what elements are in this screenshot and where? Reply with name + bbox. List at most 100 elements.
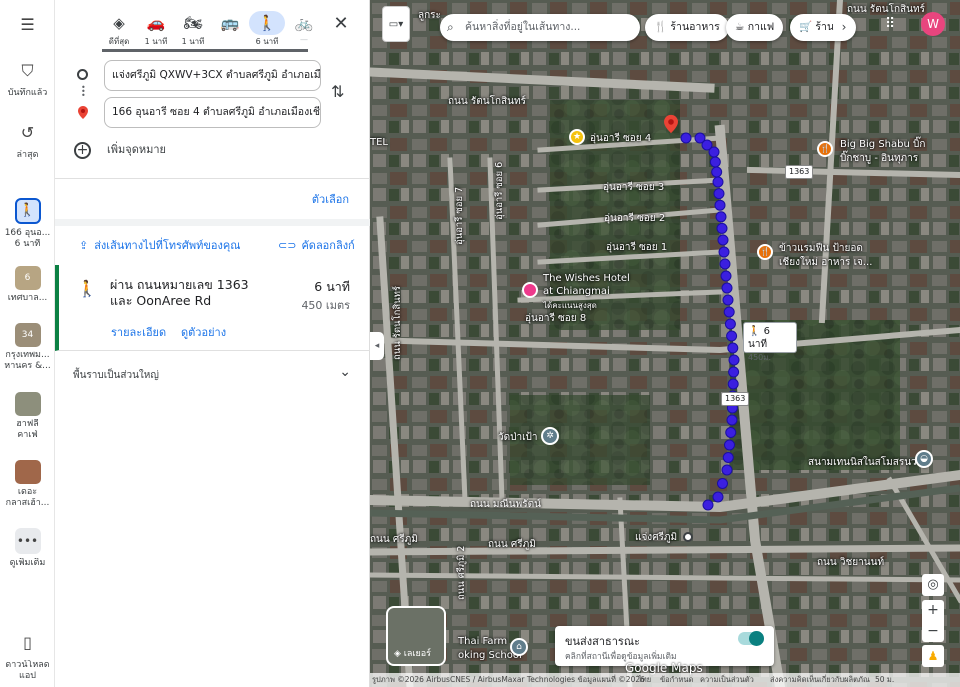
rail-saved[interactable]: ⛉ บันทึกแล้ว [0,58,55,99]
collapse-panel-button[interactable]: ◂ [370,332,384,360]
layers-button[interactable]: ◈ เลเยอร์ [386,606,446,666]
destination-pin-icon [78,106,88,119]
street-label: ถนน วิชยานนท์ [817,557,885,568]
restaurant-poi-icon[interactable]: 🍴 [817,141,833,157]
place-thumbnail [14,460,41,484]
privacy-link[interactable]: ความเป็นส่วนตัว [700,673,754,687]
zoom-out-button[interactable]: − [922,621,944,642]
keyboard-icon: ▭▾ [388,19,404,30]
rail-recent-place-2[interactable]: 34 กรุงเทพม... หานคร &... [0,323,55,372]
rail-more[interactable]: ••• ดูเพิ่มเติม [0,528,55,569]
route-details-link[interactable]: รายละเอียด [111,323,166,341]
options-button[interactable]: ตัวเลือก [312,190,349,208]
chip-restaurants[interactable]: 🍴 ร้านอาหาร [645,14,729,41]
swap-icon: ⇅ [331,82,345,101]
mode-transit[interactable]: 🚌 [212,11,248,35]
terms-link[interactable]: ข้อกำหนด [660,673,693,687]
terrain-info[interactable]: พื้นราบเป็นส่วนใหญ่ [73,368,159,383]
location-icon: ◎ [927,577,939,592]
origin-input[interactable]: แจ่งศรีภูมิ QXWV+3CX ตำบลศรีภูมิ อำเภอเม… [104,60,321,91]
route-dot [721,282,733,294]
feedback-link[interactable]: ส่งความคิดเห็นเกี่ยวกับผลิตภัณฑ์ [770,673,870,687]
mode-driving[interactable]: 🚗 1 นาที [138,11,174,48]
swap-origin-destination-button[interactable]: ⇅ [331,82,344,101]
starred-place-icon[interactable]: ★ [569,129,585,145]
street-label: อุ่นอารี ซอย 6 [494,161,505,220]
zoom-controls: + − [922,600,944,642]
route-dot [708,146,720,158]
rail-download-label: ดาวน์โหลด [5,660,50,670]
temple-poi-icon[interactable]: ✲ [541,427,559,445]
pegman-icon[interactable]: ♟ [922,645,944,667]
layers-icon: ◈ [394,649,404,659]
directions-panel: ◈ ดีที่สุด 🚗 1 นาที 🏍 1 นาที 🚌 🚶 6 นาที 🚲 — ✕… [55,0,370,687]
route-dot [709,156,721,168]
route-dot [714,199,726,211]
rail-download-app[interactable]: ▯ ดาวน์โหลด แอป [0,630,55,682]
search-icon: ⌕ [447,20,454,34]
route-dot [711,166,723,178]
route-dot [712,491,724,503]
mode-motorcycle[interactable]: 🏍 1 นาที [175,11,211,48]
hotel-poi-icon[interactable] [522,282,538,298]
tennis-poi-icon[interactable]: ◒ [915,450,933,468]
street-label: ถนน มณีนพรัตน์ [470,499,541,510]
rail-recent-place-3[interactable]: ฮาฟลี่ คาเฟ่ [0,392,55,441]
route-time-callout[interactable]: 🚶 6 นาที 450ม. [743,322,797,362]
left-rail: ☰ ⛉ บันทึกแล้ว ↺ ล่าสุด 🚶 166 อุนอ... 6 นาที… [0,0,55,687]
poi-label: บิ๊กชาบู - อินทุภาร [840,153,919,164]
mode-walking[interactable]: 🚶 6 นาที [249,11,285,48]
walk-icon: 🚶 [249,11,285,35]
search-along-route-input[interactable]: ⌕ ค้นหาสิ่งที่อยู่ในเส้นทาง... [440,14,640,41]
add-destination-button[interactable]: + เพิ่มจุดหมาย [74,139,166,161]
school-poi-icon[interactable]: ⌂ [510,638,528,656]
mode-cycling[interactable]: 🚲 — [286,11,322,44]
rail-place-3-label: ฮาฟลี่ [16,419,39,429]
chevron-left-icon: ◂ [374,341,380,351]
destination-input[interactable]: 166 อุนอารี ซอย 4 ตำบลศรีภูมิ อำเภอเมือง… [104,97,321,128]
attribution-text: รูปภาพ ©2026 AirbusCNES / AirbusMaxar Te… [372,675,645,684]
travel-modes: ◈ ดีที่สุด 🚗 1 นาที 🏍 1 นาที 🚌 🚶 6 นาที 🚲 — ✕ [55,0,370,56]
rail-current-route[interactable]: 🚶 166 อุนอ... 6 นาที [0,198,55,250]
transit-toggle[interactable] [738,631,764,646]
origin-marker-icon[interactable] [683,532,693,542]
map-type-button[interactable]: ▭▾ [382,6,410,42]
route-dot [715,211,727,223]
chips-next-button[interactable]: › [833,15,855,40]
apps-grid-icon[interactable]: ⠿ [885,16,895,32]
chevron-down-icon[interactable]: ⌄ [339,364,351,380]
route-preview-link[interactable]: ดูตัวอย่าง [181,323,226,341]
my-location-button[interactable]: ◎ [922,574,944,596]
route-dot [719,258,731,270]
chip-cafe[interactable]: ☕ กาแฟ [726,14,784,41]
place-thumbnail: 34 [14,323,41,347]
modes-scroll-indicator [102,49,308,52]
hamburger-menu-icon: ☰ [20,15,35,34]
rail-recent-place-4[interactable]: เดอะ กลาสเฮ้า... [0,460,55,509]
rail-recent-place-1[interactable]: 6 เทศบาล... [0,266,55,304]
map-canvas[interactable]: ลูกระ TEL ถนน รัตนโกสินทร์ ถนน รัตนโกสิน… [370,0,960,687]
copy-link-button[interactable]: ⊂⊃ คัดลอกลิงก์ [278,236,355,254]
destination-pin-icon[interactable] [664,114,678,134]
restaurant-poi-icon[interactable]: 🍴 [757,244,773,260]
street-label: อุ่นอารี ซอย 1 [606,242,668,253]
close-directions-button[interactable]: ✕ [327,12,355,36]
account-avatar[interactable]: W [921,12,945,36]
mode-walking-label: 6 นาที [255,37,279,46]
chevron-right-icon: › [841,20,847,34]
search-placeholder: ค้นหาสิ่งที่อยู่ในเส้นทาง... [465,21,581,33]
transit-toggle-card[interactable]: ขนส่งสาธารณะ คลิกที่สถานีเพื่อดูข้อมูลเพ… [555,626,774,666]
street-label: อุ่นอารี ซอย 7 [454,186,465,245]
route-dot [717,234,729,246]
zoom-in-button[interactable]: + [922,600,944,621]
mode-best[interactable]: ◈ ดีที่สุด [101,11,137,48]
route-duration: 6 นาที [314,279,350,294]
menu-button[interactable]: ☰ [0,12,55,42]
route-option[interactable]: 🚶 ผ่าน ถนนหมายเลข 1363 และ OonAree Rd 6 … [55,265,370,351]
route-dot [713,188,725,200]
more-icon: ••• [14,528,41,554]
route-shield: 1363 [721,392,750,406]
language-link[interactable]: ไทย [638,673,651,687]
rail-recent[interactable]: ↺ ล่าสุด [0,120,55,161]
send-to-phone-button[interactable]: ⇪ ส่งเส้นทางไปที่โทรศัพท์ของคุณ [79,236,240,254]
